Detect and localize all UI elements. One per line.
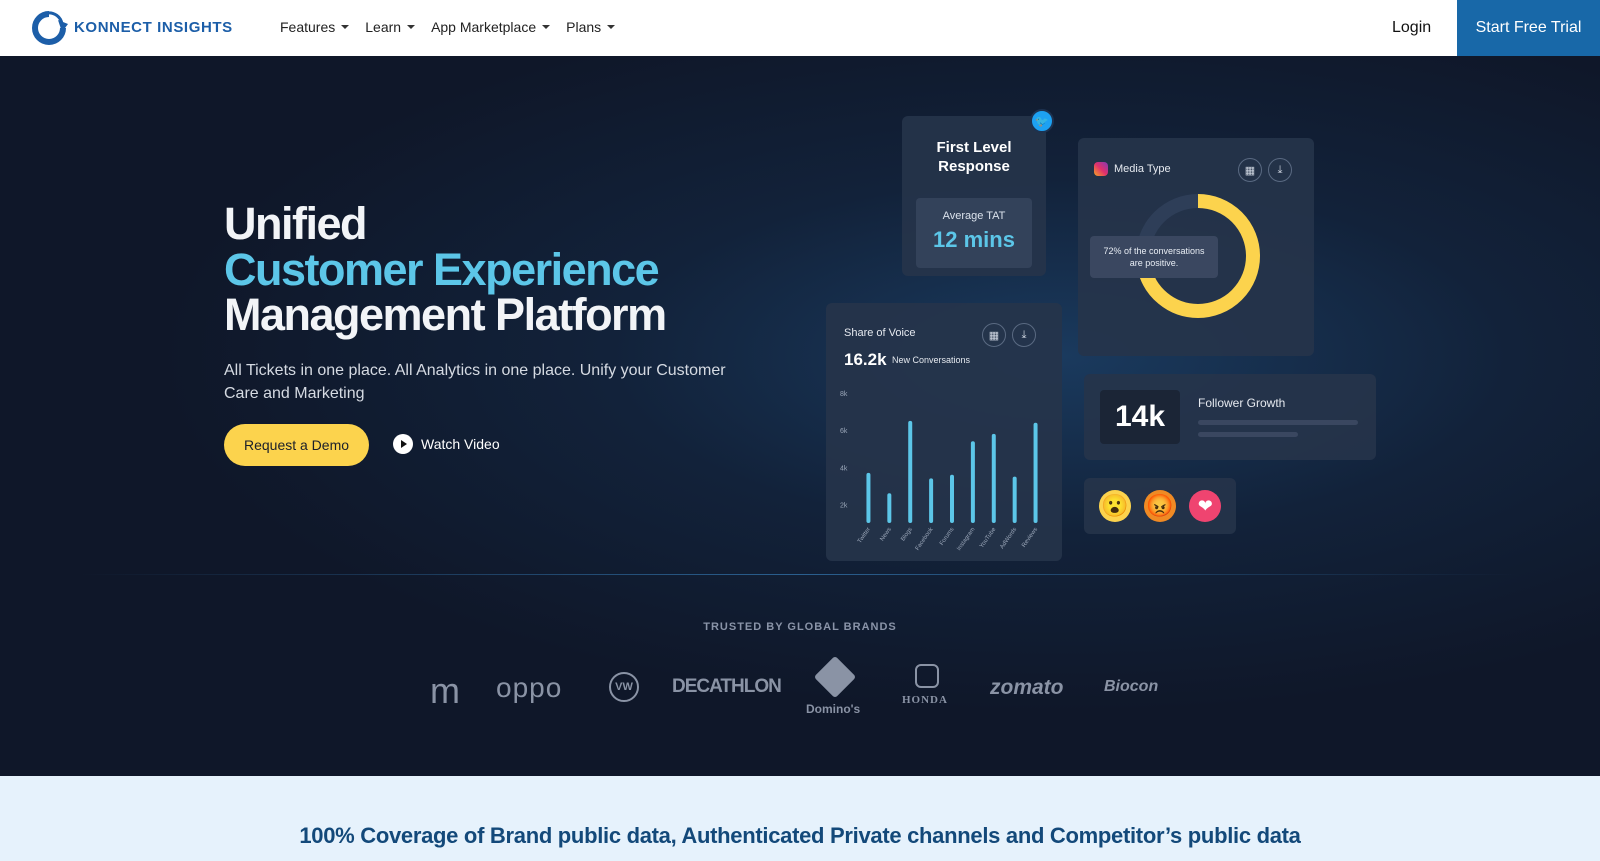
menu-features[interactable]: Features bbox=[280, 19, 350, 35]
caret-down-icon bbox=[407, 25, 416, 29]
hero-title-line1: Unified bbox=[224, 198, 368, 249]
media-type-title: Media Type bbox=[1114, 163, 1171, 175]
mcdonalds-logo: m bbox=[430, 670, 460, 711]
coverage-title: 100% Coverage of Brand public data, Auth… bbox=[299, 823, 1301, 848]
bar-twitter bbox=[866, 472, 871, 523]
y-tick-label: 2k bbox=[840, 502, 848, 509]
average-tat-box: Average TAT 12 mins bbox=[916, 198, 1032, 268]
hero-section: Unified Customer Experience Management P… bbox=[0, 56, 1600, 776]
menu-label: Features bbox=[280, 19, 336, 35]
reactions-card: 😮 😡 ❤ bbox=[1084, 478, 1236, 534]
coverage-section: 100% Coverage of Brand public data, Auth… bbox=[0, 776, 1600, 861]
x-tick-label: AdWords bbox=[999, 527, 1018, 551]
dominos-tile-icon bbox=[813, 655, 857, 699]
x-tick-label: Twitter bbox=[857, 527, 872, 545]
watch-video-label: Watch Video bbox=[421, 436, 500, 452]
bar-reviews bbox=[1033, 422, 1038, 523]
main-menu: Features Learn App Marketplace Plans bbox=[280, 19, 616, 35]
play-icon bbox=[393, 434, 413, 454]
hero-title-line3: Management Platform bbox=[224, 289, 667, 340]
hero-subtitle: All Tickets in one place. All Analytics … bbox=[224, 362, 726, 402]
caret-down-icon bbox=[542, 25, 551, 29]
biocon-logo: Biocon bbox=[1104, 678, 1159, 695]
follower-growth-value: 14k bbox=[1100, 390, 1180, 444]
grid-view-icon[interactable]: ▦ bbox=[1238, 158, 1262, 182]
y-tick-label: 4k bbox=[840, 465, 848, 472]
x-tick-label: YouTube bbox=[979, 526, 998, 549]
zomato-logo: zomato bbox=[990, 676, 1064, 699]
x-tick-label: Blogs bbox=[900, 527, 914, 543]
x-tick-label: Reviews bbox=[1021, 527, 1039, 549]
bar-instagram bbox=[970, 441, 975, 523]
menu-label: Plans bbox=[566, 19, 602, 35]
bar-youtube bbox=[991, 433, 996, 523]
menu-plans[interactable]: Plans bbox=[566, 19, 616, 35]
honda-h-icon bbox=[915, 664, 939, 688]
oppo-logo: oppo bbox=[496, 672, 563, 703]
download-icon[interactable]: ⤓ bbox=[1268, 158, 1292, 182]
konnect-logo-icon[interactable] bbox=[24, 10, 74, 46]
logo-text[interactable]: KONNECT INSIGHTS bbox=[74, 19, 233, 36]
average-tat-value: 12 mins bbox=[933, 227, 1015, 252]
bar-forums bbox=[950, 474, 954, 523]
surprised-emoji-icon: 😮 bbox=[1098, 490, 1131, 522]
x-tick-label: Facebook bbox=[915, 526, 936, 552]
login-link[interactable]: Login bbox=[1392, 19, 1431, 37]
y-tick-label: 8k bbox=[840, 391, 848, 398]
share-of-voice-title: Share of Voice bbox=[844, 327, 916, 339]
caret-down-icon bbox=[607, 25, 616, 29]
media-type-header: Media Type bbox=[1094, 162, 1171, 176]
share-of-voice-count-label: New Conversations bbox=[892, 355, 971, 365]
bar-adwords bbox=[1012, 476, 1017, 523]
bar-blogs bbox=[908, 420, 913, 523]
share-of-voice-bar-chart: 8k 6k 4k 2k Twitter News Blogs Facebook Forums In… bbox=[840, 391, 1039, 552]
request-demo-button[interactable]: Request a Demo bbox=[224, 424, 369, 466]
menu-learn[interactable]: Learn bbox=[365, 19, 416, 35]
y-tick-label: 6k bbox=[840, 428, 848, 435]
follower-growth-card: 14k Follower Growth bbox=[1084, 374, 1376, 460]
volkswagen-logo: VW bbox=[609, 672, 639, 702]
twitter-icon: 🐦 bbox=[1030, 109, 1054, 133]
brand-logos: m oppo VW DECATHLON Domino's HONDA zomat… bbox=[0, 655, 1600, 726]
decathlon-logo: DECATHLON bbox=[672, 676, 782, 697]
start-free-trial-button[interactable]: Start Free Trial bbox=[1457, 0, 1600, 56]
follower-growth-label: Follower Growth bbox=[1198, 396, 1286, 410]
media-type-card: Media Type ▦ ⤓ 72% of the conversations … bbox=[1078, 138, 1314, 356]
menu-label: App Marketplace bbox=[431, 19, 537, 35]
share-of-voice-count: 16.2k bbox=[844, 350, 887, 369]
dominos-logo: Domino's bbox=[806, 702, 861, 716]
average-tat-label: Average TAT bbox=[942, 210, 1006, 222]
angry-emoji-icon: 😡 bbox=[1143, 490, 1176, 522]
follower-growth-bar bbox=[1198, 420, 1358, 425]
share-of-voice-card: Share of Voice ▦ ⤓ 16.2k New Conversatio… bbox=[826, 303, 1062, 561]
menu-label: Learn bbox=[365, 19, 402, 35]
hero-title-line2: Customer Experience bbox=[224, 244, 660, 295]
trusted-by-label: TRUSTED BY GLOBAL BRANDS bbox=[703, 621, 897, 633]
x-tick-label: Forums bbox=[939, 527, 956, 547]
x-tick-label: Instagram bbox=[956, 527, 976, 552]
bar-facebook bbox=[929, 478, 934, 523]
follower-growth-bar bbox=[1198, 432, 1298, 437]
grid-view-icon[interactable]: ▦ bbox=[982, 323, 1006, 347]
hero-divider bbox=[80, 574, 1520, 575]
menu-app-marketplace[interactable]: App Marketplace bbox=[431, 19, 551, 35]
x-tick-label: News bbox=[879, 527, 893, 543]
top-navbar: KONNECT INSIGHTS Features Learn App Mark… bbox=[0, 0, 1600, 56]
bar-news bbox=[887, 493, 892, 523]
heart-emoji-icon: ❤ bbox=[1189, 490, 1222, 522]
watch-video-button[interactable]: Watch Video bbox=[393, 434, 500, 454]
media-type-tooltip: 72% of the conversations are positive. bbox=[1090, 236, 1218, 278]
download-icon[interactable]: ⤓ bbox=[1012, 323, 1036, 347]
instagram-icon bbox=[1094, 162, 1108, 176]
honda-logo: HONDA bbox=[902, 694, 948, 706]
first-level-response-card: First Level Response Average TAT 12 mins bbox=[902, 116, 1046, 276]
first-level-response-title: First Level Response bbox=[936, 139, 1012, 175]
caret-down-icon bbox=[341, 25, 350, 29]
